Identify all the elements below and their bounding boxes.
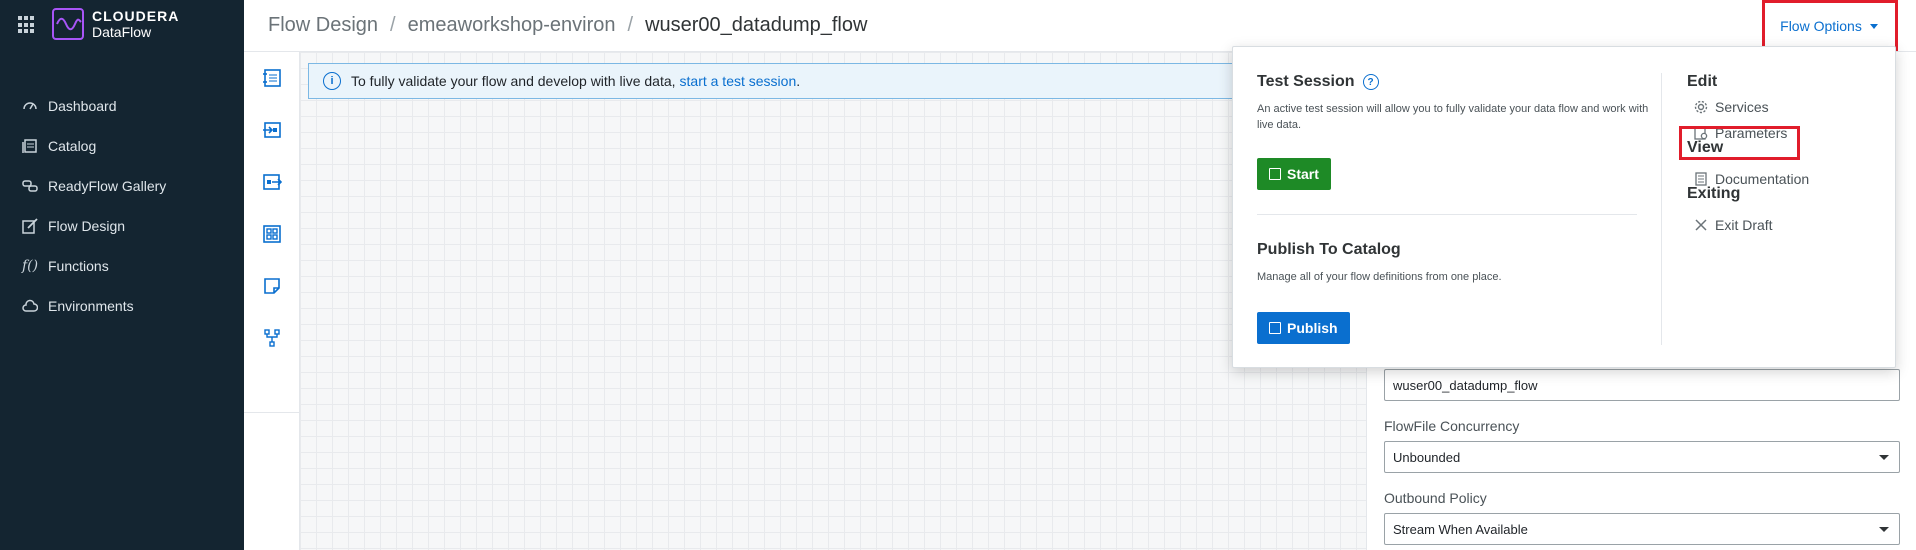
sidebar-item-label: Catalog <box>48 138 97 154</box>
highlight-parameters <box>1679 126 1800 160</box>
sidebar-item-flow-design[interactable]: Flow Design <box>0 206 244 246</box>
gear-icon <box>1693 99 1709 115</box>
sidebar-item-label: Functions <box>48 258 109 274</box>
breadcrumb: Flow Design / emeaworkshop-environ / wus… <box>268 14 867 37</box>
function-icon: f() <box>21 258 39 274</box>
sidebar-nav: Dashboard Catalog ReadyFlow Gallery Flow… <box>0 86 244 326</box>
publish-heading: Publish To Catalog <box>1257 241 1401 258</box>
breadcrumb-flow-name: wuser00_datadump_flow <box>645 14 868 36</box>
label-icon[interactable] <box>244 260 300 312</box>
gallery-icon <box>20 176 40 196</box>
breadcrumb-separator: / <box>390 14 396 36</box>
sidebar-item-catalog[interactable]: Catalog <box>0 126 244 166</box>
exit-draft-menu-item[interactable]: Exit Draft <box>1693 217 1773 233</box>
menu-vertical-divider <box>1661 73 1662 345</box>
sidebar-item-label: Environments <box>48 298 134 314</box>
header: Flow Design / emeaworkshop-environ / wus… <box>244 0 1916 52</box>
sidebar-item-label: Dashboard <box>48 98 117 114</box>
sidebar-item-dashboard[interactable]: Dashboard <box>0 86 244 126</box>
flowfile-concurrency-label: FlowFile Concurrency <box>1384 418 1520 434</box>
processor-icon[interactable] <box>244 52 300 104</box>
edit-heading: Edit <box>1687 73 1718 90</box>
flowfile-concurrency-select[interactable]: Unbounded <box>1384 441 1900 473</box>
test-session-description: An active test session will allow you to… <box>1257 103 1649 131</box>
breadcrumb-environment[interactable]: emeaworkshop-environ <box>408 14 616 37</box>
publish-description: Manage all of your flow definitions from… <box>1257 271 1502 283</box>
outbound-policy-label: Outbound Policy <box>1384 490 1487 506</box>
publish-icon <box>1269 322 1281 334</box>
flow-options-menu: Test Session ? An active test session wi… <box>1232 46 1896 368</box>
process-group-icon[interactable] <box>244 208 300 260</box>
start-test-session-button[interactable]: Start <box>1257 158 1331 190</box>
funnel-icon[interactable] <box>244 312 300 364</box>
info-banner: i To fully validate your flow and develo… <box>308 63 1388 99</box>
breadcrumb-flow-design[interactable]: Flow Design <box>268 14 378 37</box>
edit-icon <box>20 216 40 236</box>
info-banner-suffix: . <box>796 73 801 89</box>
info-banner-text: To fully validate your flow and develop … <box>351 73 676 89</box>
services-menu-item[interactable]: Services <box>1693 99 1769 115</box>
flow-name-input[interactable]: wuser00_datadump_flow <box>1384 369 1900 401</box>
highlight-flow-options <box>1762 0 1898 51</box>
menu-divider <box>1257 214 1637 215</box>
sidebar-item-functions[interactable]: f() Functions <box>0 246 244 286</box>
sidebar: CLOUDERA DataFlow Dashboard Catalog Read… <box>0 0 244 550</box>
exiting-heading: Exiting <box>1687 185 1741 202</box>
catalog-icon <box>20 136 40 156</box>
cloud-icon <box>20 296 40 316</box>
sidebar-item-label: Flow Design <box>48 218 126 234</box>
dataflow-logo-icon <box>52 8 84 40</box>
info-icon: i <box>323 72 341 90</box>
brand: CLOUDERA DataFlow <box>18 8 179 40</box>
flask-icon <box>1269 168 1281 180</box>
outbound-policy-select[interactable]: Stream When Available <box>1384 513 1900 545</box>
component-toolbar <box>244 52 300 550</box>
input-port-icon[interactable] <box>244 104 300 156</box>
brand-product: DataFlow <box>92 24 152 40</box>
flow-canvas[interactable] <box>300 52 1366 550</box>
breadcrumb-separator: / <box>627 14 634 36</box>
sidebar-item-label: ReadyFlow Gallery <box>48 178 167 194</box>
sidebar-item-environments[interactable]: Environments <box>0 286 244 326</box>
start-test-session-link[interactable]: start a test session <box>680 73 797 89</box>
test-session-heading: Test Session ? <box>1257 73 1379 91</box>
close-icon <box>1693 217 1709 233</box>
app-launcher-icon[interactable] <box>18 16 36 34</box>
output-port-icon[interactable] <box>244 156 300 208</box>
toolbar-divider <box>244 412 300 413</box>
publish-button[interactable]: Publish <box>1257 312 1350 344</box>
gauge-icon <box>20 96 40 116</box>
brand-name: CLOUDERA <box>92 8 180 24</box>
help-icon[interactable]: ? <box>1362 74 1379 90</box>
caret-down-icon <box>1879 455 1889 460</box>
sidebar-item-readyflow-gallery[interactable]: ReadyFlow Gallery <box>0 166 244 206</box>
caret-down-icon <box>1879 527 1889 532</box>
